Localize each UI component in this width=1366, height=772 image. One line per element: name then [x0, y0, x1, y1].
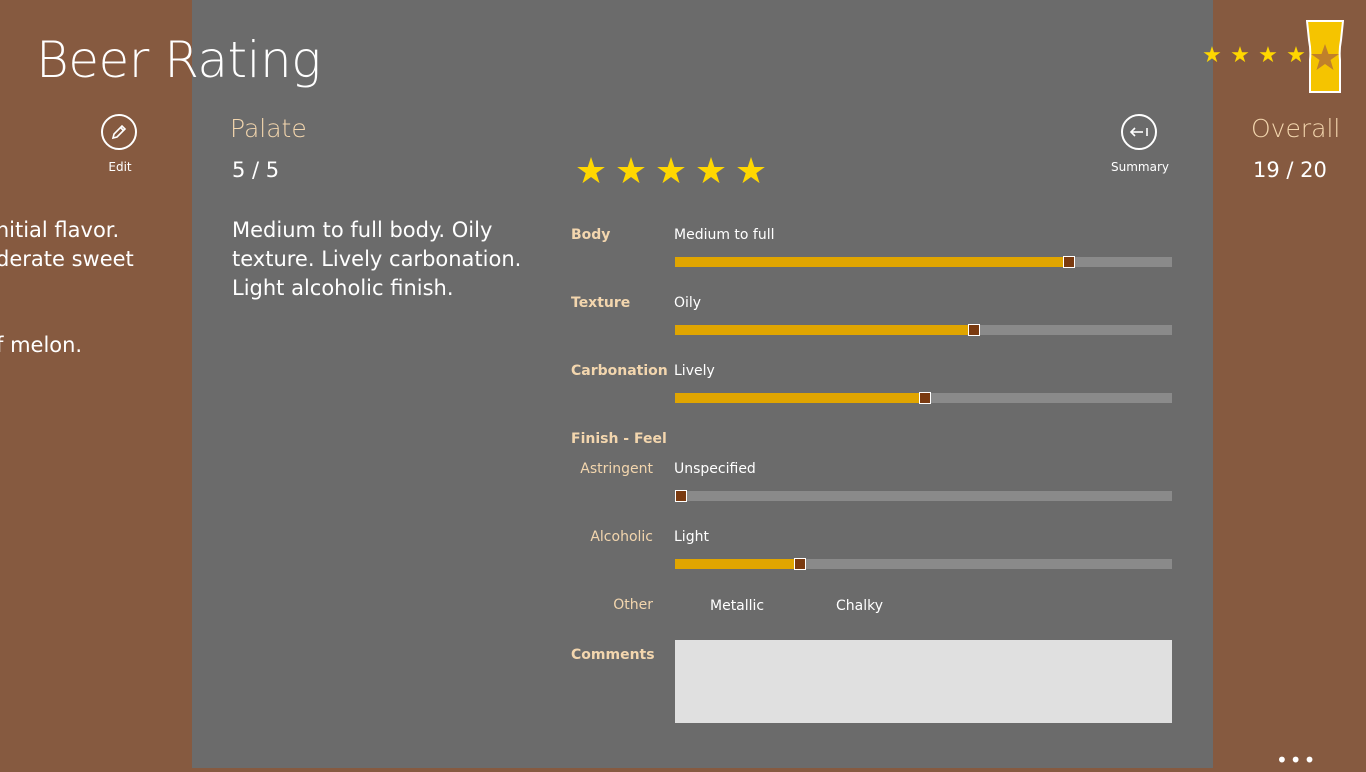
other-label: Other	[613, 597, 653, 613]
star-icon[interactable]: ★	[574, 152, 608, 192]
alcoholic-slider-fill	[675, 559, 799, 569]
left-text-line-1: initial flavor.	[0, 218, 120, 242]
astringent-slider-thumb[interactable]	[675, 490, 687, 502]
pencil-icon	[111, 124, 127, 140]
carbonation-value: Lively	[674, 363, 715, 379]
back-arrow-icon	[1129, 127, 1148, 137]
overall-star-icon: ★	[1286, 43, 1306, 68]
texture-value: Oily	[674, 295, 702, 311]
texture-slider[interactable]	[675, 324, 1172, 336]
body-value: Medium to full	[674, 227, 775, 243]
other-option-chalky[interactable]: Chalky	[836, 598, 883, 614]
palate-title: Palate	[230, 114, 307, 143]
alcoholic-slider[interactable]	[675, 558, 1172, 570]
overall-star-icon: ★	[1230, 43, 1250, 68]
summary-label: Summary	[1111, 160, 1169, 174]
overall-star-rating: ★ ★ ★ ★	[1200, 44, 1308, 68]
body-label: Body	[571, 227, 611, 243]
edit-label: Edit	[108, 160, 132, 174]
more-icon[interactable]: •••	[1276, 748, 1317, 772]
finish-feel-heading: Finish - Feel	[571, 431, 667, 447]
overall-star-icon: ★	[1258, 43, 1278, 68]
overall-star-icon: ★	[1202, 43, 1222, 68]
beer-glass-icon	[1306, 20, 1344, 93]
body-slider-thumb[interactable]	[1063, 256, 1075, 268]
astringent-label: Astringent	[580, 461, 653, 477]
comments-input[interactable]	[675, 640, 1172, 723]
overall-score: 19 / 20	[1253, 158, 1327, 182]
edit-button[interactable]	[101, 114, 137, 150]
alcoholic-slider-thumb[interactable]	[794, 558, 806, 570]
other-option-metallic[interactable]: Metallic	[710, 598, 764, 614]
alcoholic-label: Alcoholic	[590, 529, 653, 545]
star-icon[interactable]: ★	[694, 152, 728, 192]
carbonation-slider[interactable]	[675, 392, 1172, 404]
left-text-line-3: f melon.	[0, 333, 83, 357]
carbonation-slider-fill	[675, 393, 924, 403]
overall-title: Overall	[1251, 114, 1341, 143]
astringent-value: Unspecified	[674, 461, 756, 477]
comments-label: Comments	[571, 647, 655, 663]
texture-slider-thumb[interactable]	[968, 324, 980, 336]
body-slider-fill	[675, 257, 1068, 267]
carbonation-label: Carbonation	[571, 363, 668, 379]
alcoholic-value: Light	[674, 529, 709, 545]
texture-slider-fill	[675, 325, 973, 335]
palate-description: Medium to full body. Oily texture. Livel…	[232, 218, 522, 300]
body-slider[interactable]	[675, 256, 1172, 268]
carbonation-slider-thumb[interactable]	[919, 392, 931, 404]
astringent-slider[interactable]	[675, 490, 1172, 502]
palate-score: 5 / 5	[232, 158, 280, 182]
left-panel: initial flavor. derate sweet f melon.	[0, 0, 192, 768]
left-text-line-2: derate sweet	[0, 247, 134, 271]
texture-label: Texture	[571, 295, 631, 311]
palate-star-rating[interactable]: ★ ★ ★ ★ ★	[574, 152, 768, 192]
star-icon[interactable]: ★	[614, 152, 648, 192]
summary-button[interactable]	[1121, 114, 1157, 150]
star-icon[interactable]: ★	[654, 152, 688, 192]
app-title: Beer Rating	[36, 31, 321, 89]
star-icon[interactable]: ★	[734, 152, 768, 192]
